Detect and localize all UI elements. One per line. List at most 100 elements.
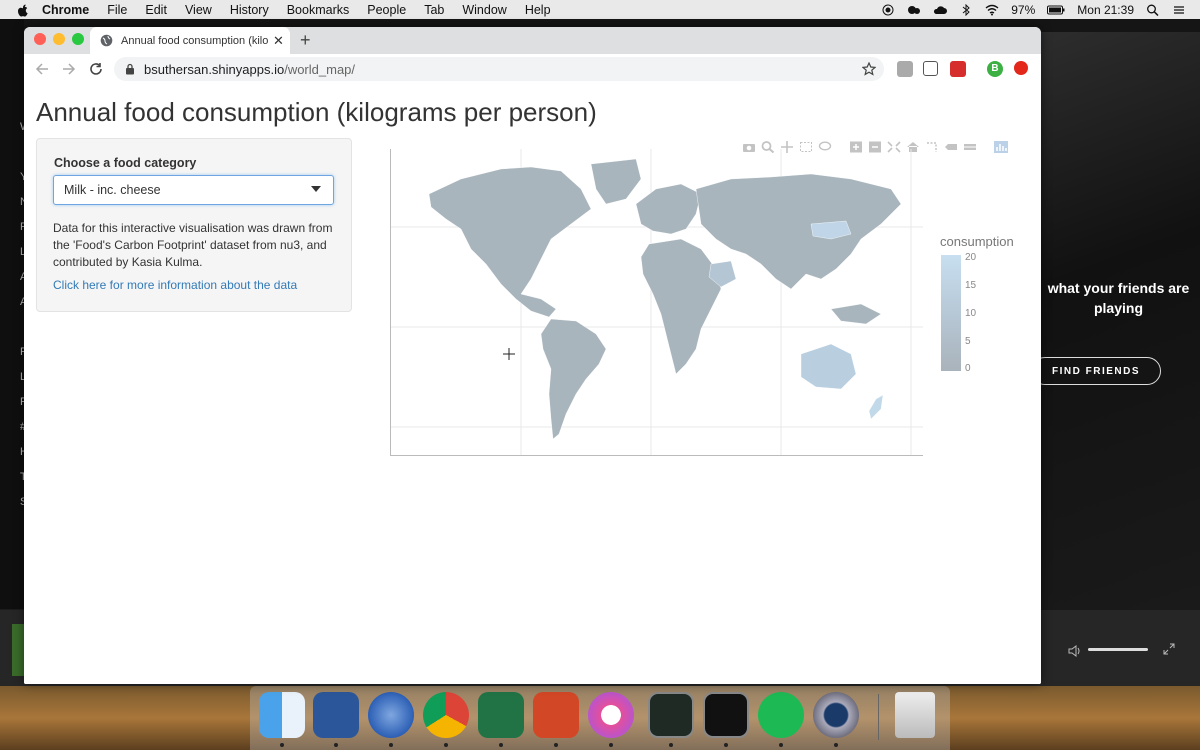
word-icon[interactable]: [313, 692, 359, 738]
activity-monitor-icon[interactable]: [648, 692, 694, 738]
dropdown-caret-icon: [311, 186, 321, 192]
colorbar-tick: 15: [965, 280, 977, 291]
menu-window[interactable]: Window: [462, 3, 506, 17]
tab-strip: Annual food consumption (kilo ✕ +: [24, 27, 1041, 54]
wifi-icon[interactable]: [985, 4, 999, 16]
colorbar-title: consumption: [940, 234, 1014, 249]
spotlight-icon[interactable]: [1146, 4, 1160, 16]
fullscreen-icon[interactable]: [1163, 643, 1175, 655]
food-category-value: Milk - inc. cheese: [64, 183, 161, 197]
creative-cloud-icon[interactable]: [907, 4, 921, 16]
dock-separator: [878, 694, 879, 740]
close-tab-icon[interactable]: ✕: [273, 33, 284, 49]
colorbar-tick: 10: [965, 308, 977, 319]
profile-avatar[interactable]: B: [987, 61, 1003, 77]
address-bar[interactable]: bsuthersan.shinyapps.io/world_map/: [114, 57, 884, 81]
menu-people[interactable]: People: [367, 3, 406, 17]
control-strip-icon[interactable]: [1172, 4, 1186, 16]
battery-icon[interactable]: [1047, 4, 1065, 16]
record-icon[interactable]: [881, 4, 895, 16]
extension-grey-icon[interactable]: [897, 61, 913, 77]
new-zealand-shape[interactable]: [868, 394, 884, 420]
running-indicator: [280, 743, 284, 747]
menu-help[interactable]: Help: [525, 3, 551, 17]
colorbar-tick: 5: [965, 336, 971, 347]
powerpoint-icon[interactable]: [533, 692, 579, 738]
menu-edit[interactable]: Edit: [145, 3, 167, 17]
excel-icon[interactable]: [478, 692, 524, 738]
battery-percent[interactable]: 97%: [1011, 3, 1035, 17]
extension-doc-icon[interactable]: [923, 61, 938, 76]
dock: [250, 686, 950, 750]
menu-bookmarks[interactable]: Bookmarks: [287, 3, 350, 17]
back-icon[interactable]: [35, 62, 49, 76]
extension-red-icon[interactable]: [950, 61, 966, 77]
south-america-shape[interactable]: [540, 318, 607, 440]
crosshair-cursor: [503, 348, 515, 360]
plotly-logo-icon[interactable]: [994, 141, 1008, 153]
menu-view[interactable]: View: [185, 3, 212, 17]
africa-shape[interactable]: [640, 238, 722, 375]
find-friends-button[interactable]: FIND FRIENDS: [1031, 357, 1161, 385]
trash-icon[interactable]: [895, 692, 935, 738]
cloud-icon[interactable]: [933, 4, 948, 16]
menu-file[interactable]: File: [107, 3, 127, 17]
running-indicator: [389, 743, 393, 747]
spike-lines-icon[interactable]: [925, 141, 939, 153]
tab-title: Annual food consumption (kilo: [121, 34, 269, 47]
forward-icon[interactable]: [62, 62, 76, 76]
menu-app-name[interactable]: Chrome: [42, 3, 89, 17]
southeast-asia-islands-shape[interactable]: [830, 303, 882, 325]
running-indicator: [334, 743, 338, 747]
spotify-icon[interactable]: [758, 692, 804, 738]
running-indicator: [834, 743, 838, 747]
lock-icon[interactable]: [125, 63, 135, 75]
minimize-window-button[interactable]: [53, 33, 65, 45]
food-category-select[interactable]: Milk - inc. cheese: [53, 175, 334, 205]
hover-compare-icon[interactable]: [963, 141, 977, 153]
running-indicator: [669, 743, 673, 747]
colorbar: [941, 255, 961, 371]
sidebar-panel: Choose a food category Milk - inc. chees…: [36, 138, 352, 312]
north-america-shape[interactable]: [428, 166, 592, 318]
world-map-svg[interactable]: [391, 149, 923, 455]
status-area: 97% Mon 21:39: [881, 0, 1186, 19]
running-indicator: [724, 743, 728, 747]
world-map-plot[interactable]: [390, 149, 923, 456]
menu-bar: Chrome File Edit View History Bookmarks …: [0, 0, 1200, 19]
r-app-icon[interactable]: [368, 692, 414, 738]
australia-shape[interactable]: [800, 343, 857, 390]
url-path: /world_map/: [284, 61, 356, 77]
running-indicator: [554, 743, 558, 747]
update-icon[interactable]: [1014, 61, 1028, 75]
finder-icon[interactable]: [259, 692, 305, 738]
quicktime-icon[interactable]: [813, 692, 859, 738]
browser-window: Annual food consumption (kilo ✕ + bsuthe…: [24, 27, 1041, 684]
menu-history[interactable]: History: [230, 3, 269, 17]
friend-activity-text: what your friends are playing: [1047, 280, 1190, 316]
reload-icon[interactable]: [89, 62, 103, 76]
clock[interactable]: Mon 21:39: [1077, 3, 1134, 17]
chrome-icon[interactable]: [423, 692, 469, 738]
browser-toolbar: bsuthersan.shinyapps.io/world_map/ B: [24, 54, 1041, 86]
terminal-icon[interactable]: [703, 692, 749, 738]
greenland-shape[interactable]: [590, 158, 642, 205]
data-description: Data for this interactive visualisation …: [53, 221, 333, 269]
running-indicator: [609, 743, 613, 747]
bluetooth-icon[interactable]: [959, 3, 973, 16]
music-icon[interactable]: [588, 692, 634, 738]
volume-icon[interactable]: [1068, 645, 1082, 657]
url-host: bsuthersan.shinyapps.io: [144, 61, 285, 77]
page-content: Annual food consumption (kilograms per p…: [24, 85, 1041, 684]
zoom-window-button[interactable]: [72, 33, 84, 45]
bookmark-star-icon[interactable]: [862, 62, 876, 76]
close-window-button[interactable]: [34, 33, 46, 45]
hover-closest-icon[interactable]: [944, 141, 958, 153]
apple-icon[interactable]: [16, 3, 30, 17]
volume-slider[interactable]: [1088, 648, 1148, 651]
more-info-link[interactable]: Click here for more information about th…: [53, 278, 297, 292]
active-tab[interactable]: Annual food consumption (kilo ✕: [90, 27, 290, 54]
running-indicator: [444, 743, 448, 747]
new-tab-button[interactable]: +: [300, 30, 311, 51]
menu-tab[interactable]: Tab: [424, 3, 444, 17]
